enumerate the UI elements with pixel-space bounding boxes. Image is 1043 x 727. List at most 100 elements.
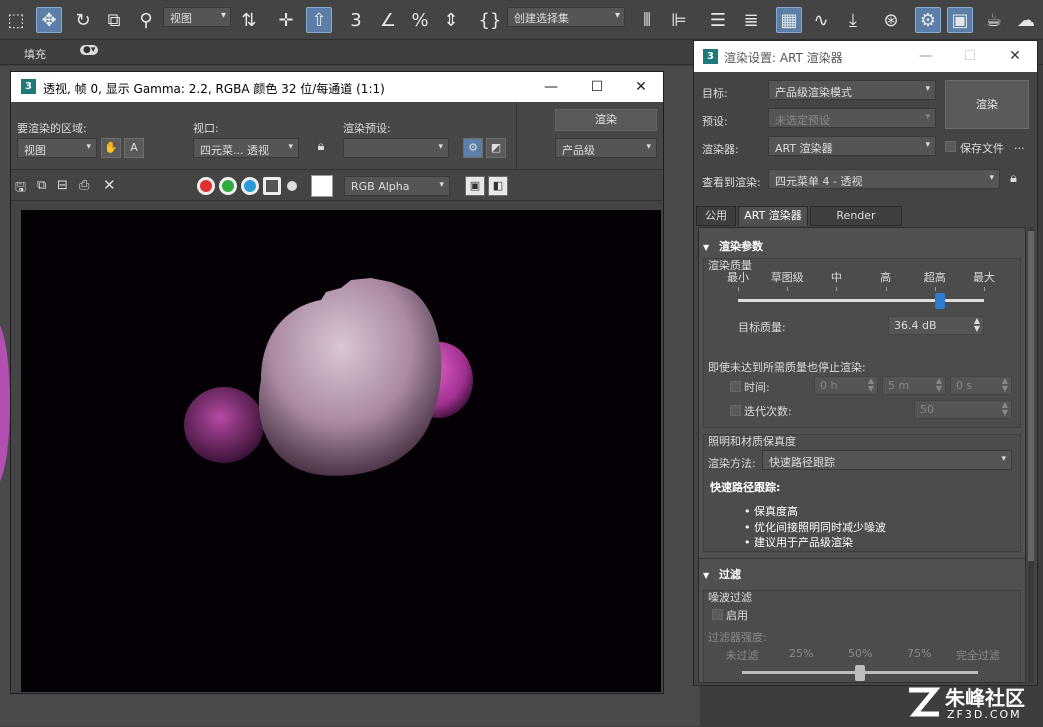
spinner-snap-icon[interactable]: ⇕ bbox=[438, 7, 464, 33]
layer-explorer-icon[interactable]: ≣ bbox=[738, 7, 764, 33]
minimize-button[interactable]: — bbox=[916, 46, 936, 66]
curve-editor-icon[interactable]: ∿ bbox=[808, 7, 834, 33]
enable-filter-checkbox[interactable] bbox=[712, 609, 723, 620]
align-icon[interactable]: ⊫ bbox=[666, 7, 692, 33]
fill-label[interactable]: 填充 bbox=[24, 46, 46, 62]
time-hours-spinner[interactable]: 0 h ▲ ▼ bbox=[814, 376, 878, 395]
auto-region-icon[interactable]: A bbox=[124, 138, 144, 158]
render-setup-small-icon[interactable]: ⚙ bbox=[463, 138, 483, 158]
target-quality-value: 36.4 dB bbox=[894, 319, 937, 332]
render-params-header: 渲染参数 bbox=[719, 240, 763, 253]
preset-combo[interactable]: 未选定预设 ▾ bbox=[768, 108, 936, 128]
render-method-combo[interactable]: 快速路径跟踪 ▾ bbox=[762, 450, 1012, 470]
blue-channel-icon[interactable] bbox=[241, 177, 259, 195]
renderer-combo[interactable]: ART 渲染器 ▾ bbox=[768, 136, 936, 156]
time-minutes-spinner[interactable]: 5 m ▲ ▼ bbox=[882, 376, 946, 395]
time-checkbox[interactable] bbox=[730, 381, 741, 392]
scene-explorer-icon[interactable]: ☰ bbox=[705, 7, 731, 33]
target-combo[interactable]: 产品级渲染模式 ▾ bbox=[768, 80, 936, 100]
quality-slider-thumb[interactable] bbox=[934, 293, 945, 309]
environment-icon[interactable]: ◩ bbox=[486, 138, 506, 158]
select-move-icon[interactable]: ✥ bbox=[36, 7, 62, 33]
mono-icon[interactable] bbox=[287, 181, 297, 191]
render-setup-icon[interactable]: ⚙ bbox=[915, 7, 941, 33]
transform-gizmo-icon[interactable]: ✛ bbox=[273, 7, 299, 33]
save-icon[interactable]: 🖫︎ bbox=[15, 178, 26, 200]
lock-icon[interactable]: 🔒︎ bbox=[1010, 171, 1017, 186]
snap-3d-icon[interactable]: 3 bbox=[343, 7, 369, 33]
red-channel-icon[interactable] bbox=[197, 177, 215, 195]
schematic-view-icon[interactable]: ⤓ bbox=[840, 7, 866, 33]
close-button[interactable]: ✕ bbox=[631, 77, 651, 97]
area-combo[interactable]: 视图 ▾ bbox=[17, 138, 97, 158]
tab-art-renderer[interactable]: ART 渲染器 bbox=[738, 206, 808, 226]
iterations-checkbox[interactable] bbox=[730, 405, 741, 416]
render-canvas[interactable] bbox=[21, 210, 661, 692]
mirror-icon[interactable]: ⫴ bbox=[634, 7, 660, 33]
clear-icon[interactable]: ✕ bbox=[103, 176, 116, 194]
slider-level-label: 高 bbox=[880, 271, 892, 284]
panel-scrollbar[interactable] bbox=[1028, 227, 1034, 683]
render-button[interactable]: 渲染 bbox=[555, 109, 657, 131]
link-icon[interactable]: ⚲ bbox=[133, 7, 159, 33]
copy-icon[interactable]: ⧉ bbox=[37, 178, 46, 193]
tab-common[interactable]: 公用 bbox=[696, 206, 736, 226]
iterations-spinner[interactable]: 50 ▲ ▼ bbox=[914, 400, 1012, 419]
quality-slider-track[interactable] bbox=[738, 299, 984, 302]
minimize-button[interactable]: — bbox=[541, 77, 561, 97]
left-sphere bbox=[184, 387, 264, 463]
filter-slider-thumb[interactable] bbox=[855, 665, 865, 681]
slider-tick bbox=[787, 287, 789, 291]
alpha-channel-icon[interactable] bbox=[263, 177, 281, 195]
frame-window-titlebar[interactable]: 3 透视, 帧 0, 显示 Gamma: 2.2, RGBA 颜色 32 位/每… bbox=[11, 72, 663, 102]
rotate-icon[interactable]: ↻ bbox=[70, 7, 96, 33]
tab-render-elements[interactable]: Render Elements bbox=[810, 206, 902, 240]
scale-icon[interactable]: ⧉ bbox=[101, 7, 127, 33]
lock-icon[interactable]: 🔒︎ bbox=[311, 138, 331, 158]
maximize-button[interactable]: ☐ bbox=[960, 46, 980, 66]
render-setup-titlebar[interactable]: 3 渲染设置: ART 渲染器 — ☐ ✕ bbox=[694, 41, 1037, 72]
filter-header: 过滤 bbox=[719, 568, 741, 581]
hand-icon[interactable]: ✋ bbox=[101, 138, 121, 158]
display-window-icon[interactable]: ▣ bbox=[465, 176, 485, 196]
filter-rollout[interactable]: ▼ 过滤 bbox=[703, 566, 1023, 584]
viewport-combo[interactable]: 四元菜... 透视 ▾ bbox=[193, 138, 299, 158]
render-production-icon[interactable]: ☕ bbox=[981, 7, 1007, 33]
material-editor-icon[interactable]: ⊛ bbox=[878, 7, 904, 33]
toggle-ribbon-icon[interactable]: ▦ bbox=[776, 7, 802, 33]
time-seconds-spinner[interactable]: 0 s ▲ ▼ bbox=[950, 376, 1012, 395]
close-button[interactable]: ✕ bbox=[1005, 46, 1025, 66]
target-value: 产品级渲染模式 bbox=[775, 86, 852, 99]
named-selection-combo[interactable]: 创建选择集 bbox=[507, 7, 625, 27]
keyboard-shortcut-icon[interactable]: ⇧ bbox=[306, 7, 332, 33]
target-quality-spinner[interactable]: 36.4 dB ▲ ▼ bbox=[888, 316, 984, 335]
color-swatch[interactable] bbox=[311, 175, 333, 197]
divider bbox=[699, 558, 1025, 559]
clone-icon[interactable]: ⊟ bbox=[57, 178, 68, 193]
percent-snap-icon[interactable]: % bbox=[407, 7, 433, 33]
render-params-rollout[interactable]: ▼ 渲染参数 bbox=[703, 238, 1023, 256]
slider-level-label: 25% bbox=[789, 647, 814, 660]
render-setup-title: 渲染设置: ART 渲染器 bbox=[724, 51, 843, 65]
ribbon-toggle-icon[interactable]: ●▾ bbox=[80, 45, 99, 55]
toggle-ui-icon[interactable]: ◧ bbox=[488, 176, 508, 196]
quality-combo[interactable]: 产品级 ▾ bbox=[555, 138, 657, 158]
angle-snap-icon[interactable]: ∠ bbox=[375, 7, 401, 33]
fast-path-header: 快速路径跟踪: bbox=[710, 481, 781, 494]
print-icon[interactable]: ⎙ bbox=[79, 178, 89, 193]
save-file-checkbox[interactable] bbox=[945, 141, 956, 152]
preset-combo[interactable]: ▾ bbox=[343, 138, 449, 158]
pivot-icon[interactable]: ⇅ bbox=[236, 7, 262, 33]
edit-named-selection-icon[interactable]: {} bbox=[477, 7, 503, 33]
file-browse-button[interactable]: ... bbox=[1014, 139, 1025, 152]
render-button[interactable]: 渲染 bbox=[945, 80, 1029, 129]
view-to-render-combo[interactable]: 四元菜单 4 - 透视 ▾ bbox=[768, 169, 1000, 189]
green-channel-icon[interactable] bbox=[219, 177, 237, 195]
reference-coord-combo[interactable]: 视图 bbox=[163, 7, 231, 27]
maximize-button[interactable]: ☐ bbox=[587, 77, 607, 97]
select-region-icon[interactable]: ⬚ bbox=[3, 7, 29, 33]
rendered-frame-window-icon[interactable]: ▣ bbox=[947, 7, 973, 33]
channel-combo[interactable]: RGB Alpha ▾ bbox=[344, 176, 450, 196]
scrollbar-thumb[interactable] bbox=[1028, 231, 1034, 561]
render-in-cloud-icon[interactable]: ☁ bbox=[1013, 7, 1039, 33]
